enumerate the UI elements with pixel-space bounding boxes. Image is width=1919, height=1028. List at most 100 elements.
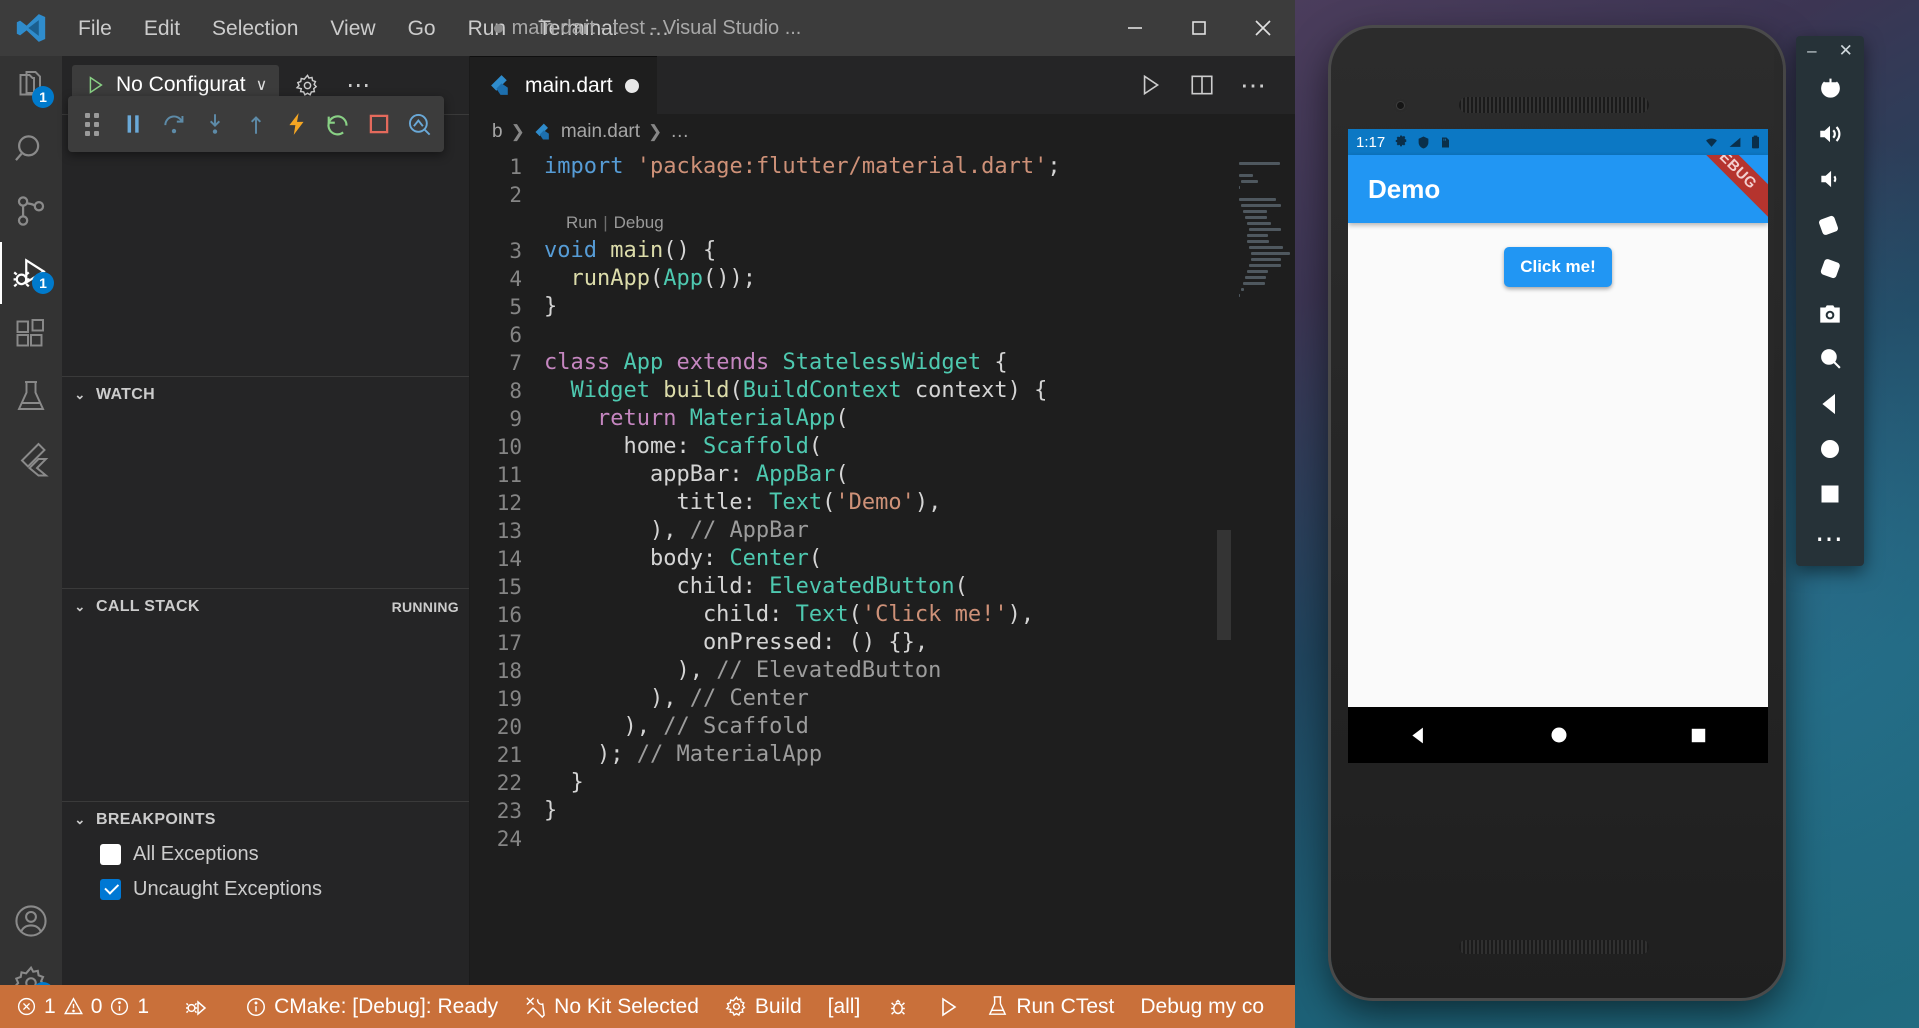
code-text[interactable]: void main() {: [544, 237, 1295, 265]
code-line[interactable]: 10 home: Scaffold(: [470, 433, 1295, 461]
code-text[interactable]: class App extends StatelessWidget {: [544, 349, 1295, 377]
status-cmake-target[interactable]: [all]: [815, 995, 874, 1019]
code-line[interactable]: 4 runApp(App());: [470, 265, 1295, 293]
code-line[interactable]: 12 title: Text('Demo'),: [470, 489, 1295, 517]
code-text[interactable]: ), // ElevatedButton: [544, 657, 1295, 685]
code-text[interactable]: onPressed: () {},: [544, 629, 1295, 657]
code-line[interactable]: 13 ), // AppBar: [470, 517, 1295, 545]
emulator-overview-button[interactable]: [1796, 471, 1864, 516]
home-circle-icon[interactable]: [1549, 725, 1569, 745]
codelens-debug[interactable]: Debug: [614, 209, 664, 237]
codelens-run-debug[interactable]: Run|Debug: [470, 209, 1295, 237]
emulator-extended-controls-button[interactable]: ⋯: [1796, 516, 1864, 561]
code-text[interactable]: ), // Scaffold: [544, 713, 1295, 741]
overview-square-icon[interactable]: [1689, 726, 1708, 745]
emulator-rotate-left-button[interactable]: [1796, 201, 1864, 246]
tab-dirty-indicator-icon[interactable]: [625, 79, 639, 93]
emulator-rotate-right-button[interactable]: [1796, 246, 1864, 291]
debug-step-over-button[interactable]: [154, 101, 195, 147]
sidebar-item-extensions[interactable]: [0, 304, 62, 366]
code-text[interactable]: home: Scaffold(: [544, 433, 1295, 461]
status-cmake-launch[interactable]: [923, 995, 973, 1019]
code-line[interactable]: 21 ); // MaterialApp: [470, 741, 1295, 769]
android-emulator-device[interactable]: 1:17 Demo DEBUG Click me!: [1331, 28, 1783, 998]
debug-hot-restart-button[interactable]: [317, 101, 358, 147]
code-text[interactable]: import 'package:flutter/material.dart';: [544, 153, 1295, 181]
code-line[interactable]: 14 body: Center(: [470, 545, 1295, 573]
back-triangle-icon[interactable]: [1408, 725, 1429, 746]
code-text[interactable]: ), // Center: [544, 685, 1295, 713]
menu-item-file[interactable]: File: [62, 13, 128, 44]
menu-item-view[interactable]: View: [314, 13, 391, 44]
watch-header[interactable]: ⌄ WATCH: [62, 376, 469, 412]
code-line[interactable]: 19 ), // Center: [470, 685, 1295, 713]
emulator-home-button[interactable]: [1796, 426, 1864, 471]
menu-bar[interactable]: File Edit Selection View Go Run Terminal…: [62, 12, 685, 44]
emulator-close-button[interactable]: ✕: [1839, 41, 1853, 61]
code-text[interactable]: title: Text('Demo'),: [544, 489, 1295, 517]
code-text[interactable]: return MaterialApp(: [544, 405, 1295, 433]
code-line[interactable]: 22 }: [470, 769, 1295, 797]
menu-item-terminal[interactable]: Terminal: [522, 13, 633, 44]
menu-item-selection[interactable]: Selection: [196, 13, 314, 44]
debug-hot-reload-button[interactable]: [276, 101, 317, 147]
code-line[interactable]: 24: [470, 825, 1295, 853]
status-cmake-ready[interactable]: CMake: [Debug]: Ready: [221, 995, 511, 1019]
code-line[interactable]: 7class App extends StatelessWidget {: [470, 349, 1295, 377]
editor-more-actions-icon[interactable]: ⋯: [1231, 62, 1277, 108]
debug-pause-button[interactable]: [113, 101, 154, 147]
debug-toolbar-drag-handle[interactable]: [72, 101, 113, 147]
code-editor[interactable]: 1import 'package:flutter/material.dart';…: [470, 150, 1295, 1028]
uncaught-exceptions-checkbox[interactable]: [100, 879, 121, 900]
emulator-volume-down-button[interactable]: [1796, 156, 1864, 201]
code-line[interactable]: 2: [470, 181, 1295, 209]
code-line[interactable]: 17 onPressed: () {},: [470, 629, 1295, 657]
run-file-button[interactable]: [1127, 62, 1173, 108]
codelens-run[interactable]: Run: [566, 209, 597, 237]
breakpoint-row[interactable]: All Exceptions: [62, 837, 469, 872]
breadcrumb-folder[interactable]: b: [492, 121, 503, 143]
code-text[interactable]: }: [544, 797, 1295, 825]
code-text[interactable]: child: Text('Click me!'),: [544, 601, 1295, 629]
code-line[interactable]: 6: [470, 321, 1295, 349]
debug-stop-button[interactable]: [358, 101, 399, 147]
code-line[interactable]: 18 ), // ElevatedButton: [470, 657, 1295, 685]
emulator-power-button[interactable]: [1796, 66, 1864, 111]
status-problems[interactable]: 1 0 1: [0, 995, 162, 1019]
code-text[interactable]: body: Center(: [544, 545, 1295, 573]
sidebar-item-search[interactable]: [0, 118, 62, 180]
code-line[interactable]: 5}: [470, 293, 1295, 321]
breadcrumb-file[interactable]: main.dart: [561, 121, 640, 143]
code-line[interactable]: 9 return MaterialApp(: [470, 405, 1295, 433]
code-line[interactable]: 23}: [470, 797, 1295, 825]
emulator-toolbar[interactable]: – ✕: [1796, 36, 1864, 566]
menu-item-edit[interactable]: Edit: [128, 13, 196, 44]
code-line[interactable]: 16 child: Text('Click me!'),: [470, 601, 1295, 629]
sidebar-item-source-control[interactable]: [0, 180, 62, 242]
debug-step-into-button[interactable]: [195, 101, 236, 147]
sidebar-item-testing[interactable]: [0, 366, 62, 428]
floating-debug-toolbar[interactable]: [68, 96, 444, 152]
status-debug-bug[interactable]: [162, 995, 221, 1019]
sidebar-item-accounts[interactable]: [0, 890, 62, 952]
status-cmake-debug[interactable]: [873, 995, 923, 1019]
minimize-button[interactable]: [1103, 0, 1167, 56]
sidebar-item-flutter[interactable]: [0, 428, 62, 490]
code-text[interactable]: ), // AppBar: [544, 517, 1295, 545]
code-lines[interactable]: 1import 'package:flutter/material.dart';…: [470, 150, 1295, 853]
code-text[interactable]: child: ElevatedButton(: [544, 573, 1295, 601]
emulator-volume-up-button[interactable]: [1796, 111, 1864, 156]
android-navigation-bar[interactable]: [1348, 707, 1768, 763]
emulator-minimize-button[interactable]: –: [1807, 41, 1816, 61]
breadcrumb-symbol[interactable]: …: [670, 121, 689, 143]
breadcrumb[interactable]: b ❯ main.dart ❯ …: [470, 114, 1295, 150]
emulator-screenshot-button[interactable]: [1796, 291, 1864, 336]
code-line[interactable]: 1import 'package:flutter/material.dart';: [470, 153, 1295, 181]
breakpoints-header[interactable]: ⌄ BREAKPOINTS: [62, 801, 469, 837]
debug-inspect-widget-button[interactable]: [399, 101, 440, 147]
breakpoint-row[interactable]: Uncaught Exceptions: [62, 872, 469, 907]
editor-minimap[interactable]: [1231, 150, 1295, 1028]
code-line[interactable]: 15 child: ElevatedButton(: [470, 573, 1295, 601]
status-cmake-kit[interactable]: No Kit Selected: [511, 995, 712, 1019]
status-debug-my-code[interactable]: Debug my co: [1127, 995, 1277, 1019]
